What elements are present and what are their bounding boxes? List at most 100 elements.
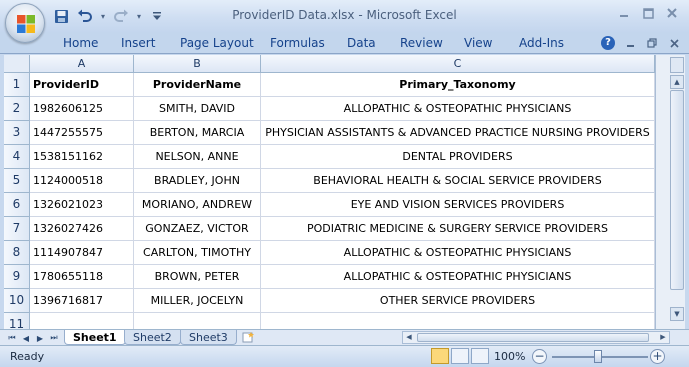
cell-b11[interactable] <box>134 313 261 329</box>
workbook-restore-button[interactable] <box>643 35 661 51</box>
cell-c11[interactable] <box>261 313 655 329</box>
status-text: Ready <box>10 350 45 363</box>
sheet-tab-sheet2[interactable]: Sheet2 <box>124 330 181 345</box>
column-header-b[interactable]: B <box>134 55 261 73</box>
cell-a3[interactable]: 1447255575 <box>30 121 134 145</box>
cell-c7[interactable]: PODIATRIC MEDICINE & SURGERY SERVICE PRO… <box>261 217 655 241</box>
ribbon-tabs: Home Insert Page Layout Formulas Data Re… <box>0 32 689 54</box>
cell-c10[interactable]: OTHER SERVICE PROVIDERS <box>261 289 655 313</box>
workbook-close-button[interactable] <box>665 35 683 51</box>
row-header-11[interactable]: 11 <box>4 313 30 329</box>
minimize-icon <box>626 44 634 47</box>
row-header-6[interactable]: 6 <box>4 193 30 217</box>
zoom-slider-thumb[interactable] <box>594 350 602 363</box>
row-header-9[interactable]: 9 <box>4 265 30 289</box>
first-sheet-button[interactable]: ⏮ <box>6 332 18 344</box>
worksheet-grid[interactable]: A B C 1 ProviderID ProviderName Primary_Tax… <box>4 55 655 329</box>
scroll-right-button[interactable]: ▶ <box>657 332 669 343</box>
cell-c2[interactable]: ALLOPATHIC & OSTEOPATHIC PHYSICIANS <box>261 97 655 121</box>
vertical-scroll-thumb[interactable] <box>670 90 684 290</box>
cell-b2[interactable]: SMITH, DAVID <box>134 97 261 121</box>
header-cell-b[interactable]: ProviderName <box>134 73 261 97</box>
row-header-1[interactable]: 1 <box>4 73 30 97</box>
zoom-level[interactable]: 100% <box>494 350 525 363</box>
scroll-left-button[interactable]: ◀ <box>403 332 415 343</box>
prev-sheet-button[interactable]: ◀ <box>20 332 32 344</box>
minimize-icon <box>620 15 628 17</box>
sheet-tab-sheet1[interactable]: Sheet1 <box>64 330 126 345</box>
next-sheet-button[interactable]: ▶ <box>34 332 46 344</box>
cell-a5[interactable]: 1124000518 <box>30 169 134 193</box>
cell-b7[interactable]: GONZAEZ, VICTOR <box>134 217 261 241</box>
tab-home[interactable]: Home <box>63 36 98 50</box>
tab-insert[interactable]: Insert <box>121 36 155 50</box>
zoom-in-button[interactable]: + <box>650 349 665 364</box>
office-button[interactable] <box>5 3 45 43</box>
row-header-8[interactable]: 8 <box>4 241 30 265</box>
title-bar: ▾ ▾ ProviderID Data.xlsx - Microsoft Exc… <box>0 0 689 32</box>
cell-c9[interactable]: ALLOPATHIC & OSTEOPATHIC PHYSICIANS <box>261 265 655 289</box>
help-button[interactable]: ? <box>599 35 617 51</box>
cell-b5[interactable]: BRADLEY, JOHN <box>134 169 261 193</box>
cell-c4[interactable]: DENTAL PROVIDERS <box>261 145 655 169</box>
row-header-5[interactable]: 5 <box>4 169 30 193</box>
cell-a4[interactable]: 1538151162 <box>30 145 134 169</box>
close-icon <box>669 38 679 48</box>
tab-view[interactable]: View <box>464 36 492 50</box>
last-sheet-button[interactable]: ⏭ <box>48 332 60 344</box>
cell-a9[interactable]: 1780655118 <box>30 265 134 289</box>
cell-a7[interactable]: 1326027426 <box>30 217 134 241</box>
status-bar: Ready 100% − + <box>0 345 689 367</box>
minimize-button[interactable] <box>613 4 635 22</box>
insert-worksheet-button[interactable] <box>240 331 256 344</box>
cell-a6[interactable]: 1326021023 <box>30 193 134 217</box>
workbook-controls: ? <box>599 35 683 51</box>
cell-b10[interactable]: MILLER, JOCELYN <box>134 289 261 313</box>
scroll-up-button[interactable]: ▲ <box>670 75 684 89</box>
column-header-c[interactable]: C <box>261 55 655 73</box>
row-header-2[interactable]: 2 <box>4 97 30 121</box>
cell-b9[interactable]: BROWN, PETER <box>134 265 261 289</box>
sheet-tab-sheet3[interactable]: Sheet3 <box>180 330 237 345</box>
cell-b8[interactable]: CARLTON, TIMOTHY <box>134 241 261 265</box>
tab-page-layout[interactable]: Page Layout <box>180 36 254 50</box>
scroll-down-button[interactable]: ▼ <box>670 307 684 321</box>
vertical-scrollbar[interactable]: ▲ ▼ <box>655 55 685 329</box>
header-cell-a[interactable]: ProviderID <box>30 73 134 97</box>
cell-b4[interactable]: NELSON, ANNE <box>134 145 261 169</box>
horizontal-scroll-thumb[interactable] <box>417 333 649 342</box>
cell-b6[interactable]: MORIANO, ANDREW <box>134 193 261 217</box>
row-header-3[interactable]: 3 <box>4 121 30 145</box>
cell-c5[interactable]: BEHAVIORAL HEALTH & SOCIAL SERVICE PROVI… <box>261 169 655 193</box>
split-box[interactable] <box>670 57 684 73</box>
tab-formulas[interactable]: Formulas <box>270 36 325 50</box>
header-cell-c[interactable]: Primary_Taxonomy <box>261 73 655 97</box>
cell-a8[interactable]: 1114907847 <box>30 241 134 265</box>
close-button[interactable] <box>661 4 683 22</box>
restore-button[interactable] <box>637 4 659 22</box>
page-layout-view-button[interactable] <box>451 348 469 364</box>
row-header-10[interactable]: 10 <box>4 289 30 313</box>
workbook-minimize-button[interactable] <box>621 35 639 51</box>
tab-review[interactable]: Review <box>400 36 443 50</box>
normal-view-button[interactable] <box>431 348 449 364</box>
cell-b3[interactable]: BERTON, MARCIA <box>134 121 261 145</box>
cell-c8[interactable]: ALLOPATHIC & OSTEOPATHIC PHYSICIANS <box>261 241 655 265</box>
tab-add-ins[interactable]: Add-Ins <box>519 36 564 50</box>
window-controls <box>613 4 683 22</box>
cell-c6[interactable]: EYE AND VISION SERVICES PROVIDERS <box>261 193 655 217</box>
zoom-out-button[interactable]: − <box>532 349 547 364</box>
cell-a11[interactable] <box>30 313 134 329</box>
cell-a2[interactable]: 1982606125 <box>30 97 134 121</box>
window-title: ProviderID Data.xlsx - Microsoft Excel <box>232 8 457 22</box>
restore-icon <box>642 7 654 19</box>
cell-c3[interactable]: PHYSICIAN ASSISTANTS & ADVANCED PRACTICE… <box>261 121 655 145</box>
row-header-4[interactable]: 4 <box>4 145 30 169</box>
cell-a10[interactable]: 1396716817 <box>30 289 134 313</box>
select-all-corner[interactable] <box>4 55 30 73</box>
tab-data[interactable]: Data <box>347 36 376 50</box>
page-break-preview-button[interactable] <box>471 348 489 364</box>
row-header-7[interactable]: 7 <box>4 217 30 241</box>
column-header-a[interactable]: A <box>30 55 134 73</box>
horizontal-scrollbar[interactable]: ◀ ▶ <box>402 331 670 344</box>
